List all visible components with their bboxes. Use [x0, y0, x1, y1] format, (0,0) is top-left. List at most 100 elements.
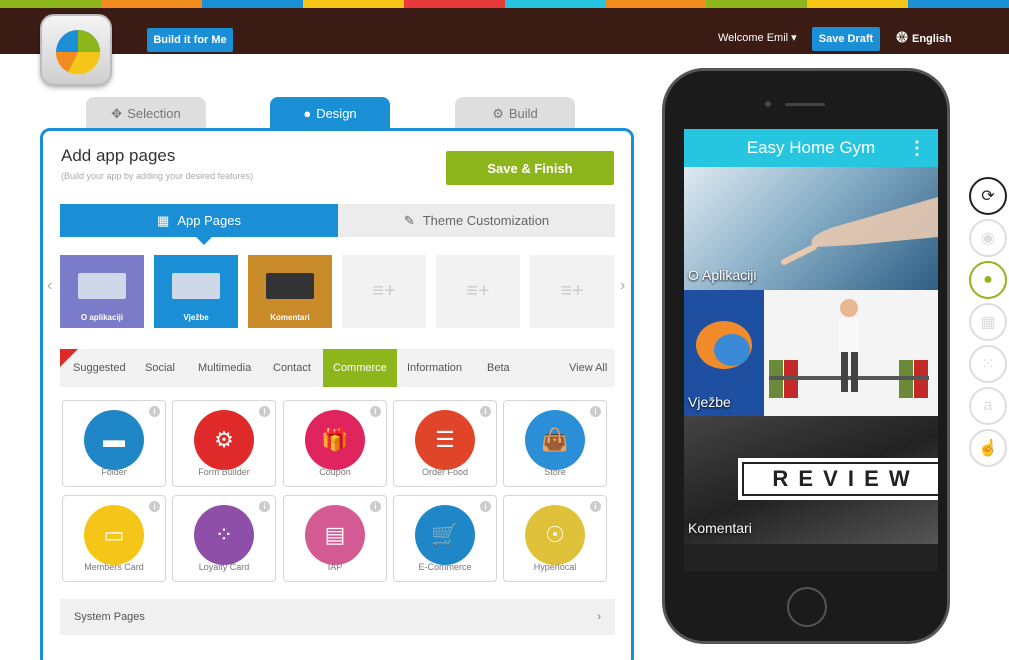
app-page-tile[interactable]: O aplikaciji [60, 255, 144, 328]
android-icon[interactable]: ◉ [969, 219, 1007, 257]
more-vertical-icon[interactable]: ⋮ [908, 129, 926, 167]
grid-icon: ▦ [157, 212, 170, 228]
info-icon[interactable]: i [259, 406, 270, 417]
info-icon[interactable]: i [590, 501, 601, 512]
feature-card[interactable]: i ☉ Hyperlocal [503, 495, 607, 582]
tab-build[interactable]: ⚙ Build [455, 97, 575, 130]
feature-card[interactable]: i ▬ Folder [62, 400, 166, 487]
feature-card[interactable]: i 🛒 E-Commerce [393, 495, 497, 582]
save-finish-button[interactable]: Save & Finish [446, 151, 614, 185]
active-tab-caret [196, 237, 212, 245]
apple-icon[interactable]: ● [969, 261, 1007, 299]
category-suggested[interactable]: Suggested [73, 349, 126, 387]
phone-preview: Easy Home Gym ⋮ O Aplikaciji Vježbe R E … [662, 68, 950, 644]
refresh-icon[interactable]: ⟳ [969, 177, 1007, 215]
design-panel: Add app pages (Build your app by adding … [40, 128, 634, 660]
category-multimedia[interactable]: Multimedia [198, 349, 251, 387]
feature-card-label: Form Builder [198, 467, 250, 477]
feature-card-label: Store [544, 467, 566, 477]
feature-icon-circle: ▬ [84, 410, 144, 470]
tab-selection[interactable]: ✥ Selection [86, 97, 206, 130]
app-logo[interactable] [40, 14, 112, 86]
amazon-icon[interactable]: a [969, 387, 1007, 425]
feature-icon-circle: 🎁 [305, 410, 365, 470]
app-page-tile[interactable]: Komentari [248, 255, 332, 328]
add-page-slot[interactable]: ≡+ [342, 255, 426, 328]
app-page-tile[interactable]: Vježbe [154, 255, 238, 328]
shopping-bag-icon: 👜 [541, 427, 569, 452]
blackberry-icon[interactable]: ⁙ [969, 345, 1007, 383]
phone-home-button[interactable] [787, 587, 827, 627]
strip-segment [605, 0, 707, 8]
category-view-all[interactable]: View All [569, 349, 607, 387]
feature-card-label: E-Commerce [418, 562, 472, 572]
category-information[interactable]: Information [407, 349, 462, 387]
strip-segment [908, 0, 1009, 8]
app-page-tile-label: Vježbe [183, 313, 209, 322]
feature-icon-circle: 👜 [525, 410, 585, 470]
add-page-slot[interactable]: ≡+ [530, 255, 614, 328]
phone-tile-comments-label: Komentari [688, 520, 752, 536]
pie-logo-icon [55, 30, 101, 75]
save-draft-button[interactable]: Save Draft [812, 27, 880, 51]
category-beta[interactable]: Beta [487, 349, 510, 387]
chevron-right-icon: › [597, 611, 601, 623]
feature-card[interactable]: i ▤ IAP [283, 495, 387, 582]
feature-card-label: Members Card [84, 562, 144, 572]
tiles-prev-arrow-icon[interactable]: ‹ [47, 277, 52, 295]
info-icon[interactable]: i [259, 501, 270, 512]
app-page-tile-label: Komentari [270, 313, 310, 322]
app-pages-tab[interactable]: ▦ App Pages [60, 204, 338, 237]
phone-tile-exercises[interactable]: Vježbe [684, 290, 938, 416]
globe-icon [896, 31, 908, 46]
info-icon[interactable]: i [149, 406, 160, 417]
info-icon[interactable]: i [590, 406, 601, 417]
app-pages-label: App Pages [177, 213, 241, 228]
info-icon[interactable]: i [149, 501, 160, 512]
panel-title: Add app pages [61, 146, 176, 165]
build-it-for-me-button[interactable]: Build it for Me [147, 28, 233, 52]
page-thumbnail [78, 273, 126, 299]
info-icon[interactable]: i [370, 501, 381, 512]
feature-card-label: Coupon [319, 467, 351, 477]
phone-tile-comments[interactable]: R E V I E W Komentari [684, 416, 938, 544]
category-commerce[interactable]: Commerce [323, 349, 397, 387]
strip-segment [201, 0, 303, 8]
phone-tile-about[interactable]: O Aplikaciji [684, 167, 938, 290]
strip-segment [0, 0, 101, 8]
feature-card[interactable]: i 🎁 Coupon [283, 400, 387, 487]
info-icon[interactable]: i [370, 406, 381, 417]
feature-icon-circle: ☰ [415, 410, 475, 470]
tab-selection-label: Selection [127, 106, 181, 121]
system-pages-row[interactable]: System Pages › [60, 599, 615, 635]
cart-icon: 🛒 [431, 522, 459, 547]
category-social[interactable]: Social [145, 349, 175, 387]
tiles-next-arrow-icon[interactable]: › [620, 277, 625, 295]
feature-card-label: IAP [327, 562, 343, 572]
windows-icon[interactable]: ▦ [969, 303, 1007, 341]
category-contact[interactable]: Contact [273, 349, 311, 387]
tab-design[interactable]: ● Design [270, 97, 390, 130]
feature-card-label: Loyalty Card [198, 562, 250, 572]
welcome-user-menu[interactable]: Welcome Emil ▾ [718, 31, 797, 44]
feature-card[interactable]: i ▭ Members Card [62, 495, 166, 582]
gears-icon: ⚙ [214, 427, 234, 452]
feature-card[interactable]: i ⁘ Loyalty Card [172, 495, 276, 582]
app-header: Easy Home Gym ⋮ [684, 129, 938, 167]
info-icon[interactable]: i [480, 501, 491, 512]
feature-card-label: Folder [101, 467, 127, 477]
feature-card[interactable]: i 👜 Store [503, 400, 607, 487]
phone-speaker [785, 103, 825, 106]
touch-icon[interactable]: ☝ [969, 429, 1007, 467]
phone-tile-about-label: O Aplikaciji [688, 267, 757, 283]
info-icon[interactable]: i [480, 406, 491, 417]
location-person-icon: ☉ [545, 522, 565, 547]
feature-card[interactable]: i ☰ Order Food [393, 400, 497, 487]
add-page-slot[interactable]: ≡+ [436, 255, 520, 328]
feature-card[interactable]: i ⚙ Form Builder [172, 400, 276, 487]
theme-customization-tab[interactable]: ✎ Theme Customization [338, 204, 615, 237]
language-selector[interactable]: English [896, 31, 952, 46]
feature-icon-circle: ⁘ [194, 505, 254, 565]
tab-build-label: Build [508, 106, 538, 121]
feature-icon-circle: ☉ [525, 505, 585, 565]
